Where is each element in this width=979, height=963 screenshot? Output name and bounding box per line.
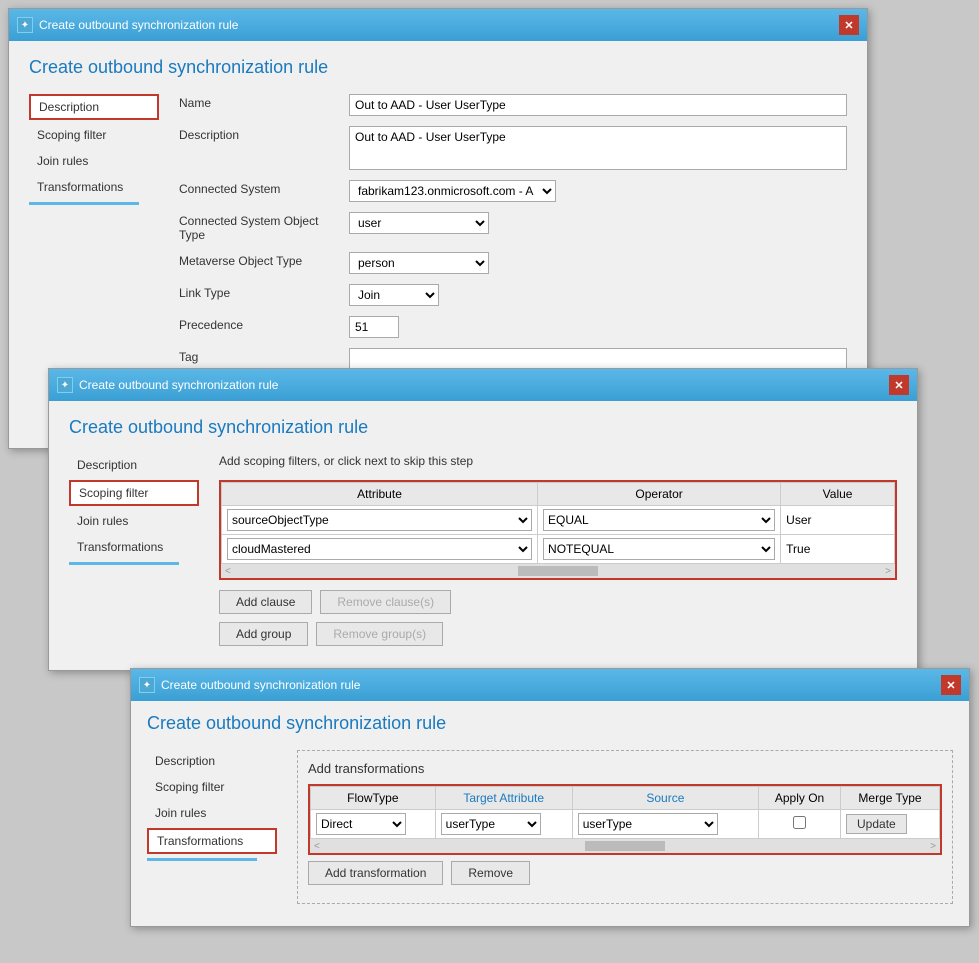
window2-title: Create outbound synchronization rule bbox=[79, 378, 278, 392]
window3-flowtype-select[interactable]: Direct bbox=[316, 813, 406, 835]
window3: ✦ Create outbound synchronization rule ✕… bbox=[130, 668, 970, 927]
window3-col-merge: Merge Type bbox=[841, 787, 940, 810]
window2-attr-select-1[interactable]: sourceObjectType bbox=[227, 509, 532, 531]
window2-group-buttons: Add group Remove group(s) bbox=[219, 622, 897, 646]
window3-title: Create outbound synchronization rule bbox=[161, 678, 360, 692]
window1-cs-object-type-select[interactable]: user bbox=[349, 212, 489, 234]
window3-transform-box: Add transformations FlowType Target Attr… bbox=[297, 750, 953, 904]
window2-filter-table-container: Attribute Operator Value sourceObjectTyp… bbox=[219, 480, 897, 580]
window1-mv-object-type-select[interactable]: person bbox=[349, 252, 489, 274]
window1-tag-row: Tag bbox=[179, 348, 847, 370]
window1-mv-object-type-row: Metaverse Object Type person bbox=[179, 252, 847, 274]
window3-col-source: Source bbox=[572, 787, 758, 810]
window1-icon: ✦ bbox=[17, 17, 33, 33]
window1-cs-object-type-row: Connected System Object Type user bbox=[179, 212, 847, 242]
window1-description-input[interactable]: Out to AAD - User UserType bbox=[349, 126, 847, 170]
window2-add-clause-button[interactable]: Add clause bbox=[219, 590, 312, 614]
window2-col-attribute: Attribute bbox=[222, 483, 538, 506]
window3-nav: Description Scoping filter Join rules Tr… bbox=[147, 750, 277, 914]
window1-nav-description[interactable]: Description bbox=[29, 94, 159, 120]
window3-action-buttons: Add transformation Remove bbox=[308, 861, 942, 885]
window2-form: Add scoping filters, or click next to sk… bbox=[219, 454, 897, 654]
window1-name-input[interactable] bbox=[349, 94, 847, 116]
window2-remove-clause-button[interactable]: Remove clause(s) bbox=[320, 590, 451, 614]
window2-col-value: Value bbox=[781, 483, 895, 506]
window1-connected-system-label: Connected System bbox=[179, 180, 339, 196]
window3-merge-type-button[interactable]: Update bbox=[846, 814, 907, 834]
window3-close-button[interactable]: ✕ bbox=[941, 675, 961, 695]
window1-precedence-row: Precedence bbox=[179, 316, 847, 338]
table-row: sourceObjectType EQUAL User bbox=[222, 506, 895, 535]
window1-link-type-select[interactable]: Join bbox=[349, 284, 439, 306]
window2-nav: Description Scoping filter Join rules Tr… bbox=[69, 454, 199, 654]
window1-mv-object-type-label: Metaverse Object Type bbox=[179, 252, 339, 268]
window1-precedence-label: Precedence bbox=[179, 316, 339, 332]
window1-link-type-row: Link Type Join bbox=[179, 284, 847, 306]
window1-name-label: Name bbox=[179, 94, 339, 110]
window3-source-select[interactable]: userType bbox=[578, 813, 718, 835]
window1-connected-system-select[interactable]: fabrikam123.onmicrosoft.com - A bbox=[349, 180, 556, 202]
window3-scrollbar[interactable]: < > bbox=[310, 839, 940, 853]
window3-target-select[interactable]: userType bbox=[441, 813, 541, 835]
window1-connected-system-row: Connected System fabrikam123.onmicrosoft… bbox=[179, 180, 847, 202]
window2-nav-scoping[interactable]: Scoping filter bbox=[69, 480, 199, 506]
window1-name-row: Name bbox=[179, 94, 847, 116]
window1-titlebar: ✦ Create outbound synchronization rule ✕ bbox=[9, 9, 867, 41]
window3-col-flowtype: FlowType bbox=[311, 787, 436, 810]
window3-nav-description[interactable]: Description bbox=[147, 750, 277, 772]
window2-value-2: True bbox=[781, 535, 895, 564]
window1-tag-input[interactable] bbox=[349, 348, 847, 370]
window2-col-operator: Operator bbox=[538, 483, 781, 506]
window3-form: Add transformations FlowType Target Attr… bbox=[297, 750, 953, 914]
window1-description-row: Description Out to AAD - User UserType bbox=[179, 126, 847, 170]
window3-titlebar: ✦ Create outbound synchronization rule ✕ bbox=[131, 669, 969, 701]
window2-add-group-button[interactable]: Add group bbox=[219, 622, 308, 646]
window3-remove-button[interactable]: Remove bbox=[451, 861, 530, 885]
window1-precedence-input[interactable] bbox=[349, 316, 399, 338]
window2-clause-buttons: Add clause Remove clause(s) bbox=[219, 590, 897, 614]
window2-titlebar: ✦ Create outbound synchronization rule ✕ bbox=[49, 369, 917, 401]
window3-apply-on-checkbox[interactable] bbox=[793, 816, 806, 829]
window2-attr-select-2[interactable]: cloudMastered bbox=[227, 538, 532, 560]
window3-nav-join[interactable]: Join rules bbox=[147, 802, 277, 824]
window3-transform-table-container: FlowType Target Attribute Source Apply O… bbox=[308, 784, 942, 855]
window3-col-apply: Apply On bbox=[759, 787, 841, 810]
window3-add-transformation-button[interactable]: Add transformation bbox=[308, 861, 443, 885]
window1-nav-transform[interactable]: Transformations bbox=[29, 176, 159, 198]
window1-title: Create outbound synchronization rule bbox=[39, 18, 238, 32]
window2-icon: ✦ bbox=[57, 377, 73, 393]
window1-link-type-label: Link Type bbox=[179, 284, 339, 300]
window2-scoping-text: Add scoping filters, or click next to sk… bbox=[219, 454, 897, 468]
window1-heading: Create outbound synchronization rule bbox=[29, 57, 847, 78]
window2-heading: Create outbound synchronization rule bbox=[69, 417, 897, 438]
window3-transform-table: FlowType Target Attribute Source Apply O… bbox=[310, 786, 940, 839]
window2-operator-select-1[interactable]: EQUAL bbox=[543, 509, 775, 531]
window2-operator-select-2[interactable]: NOTEQUAL bbox=[543, 538, 775, 560]
window2-nav-description[interactable]: Description bbox=[69, 454, 199, 476]
window2-close-button[interactable]: ✕ bbox=[889, 375, 909, 395]
window1-cs-object-type-label: Connected System Object Type bbox=[179, 212, 339, 242]
window1-tag-label: Tag bbox=[179, 348, 339, 364]
window3-col-target: Target Attribute bbox=[435, 787, 572, 810]
window3-icon: ✦ bbox=[139, 677, 155, 693]
window1-nav-join[interactable]: Join rules bbox=[29, 150, 159, 172]
window2-scrollbar[interactable]: < > bbox=[221, 564, 895, 578]
window2-nav-join[interactable]: Join rules bbox=[69, 510, 199, 532]
window3-nav-transform[interactable]: Transformations bbox=[147, 828, 277, 854]
window1-nav-scoping[interactable]: Scoping filter bbox=[29, 124, 159, 146]
window1-close-button[interactable]: ✕ bbox=[839, 15, 859, 35]
window2-remove-group-button[interactable]: Remove group(s) bbox=[316, 622, 443, 646]
window3-nav-scoping[interactable]: Scoping filter bbox=[147, 776, 277, 798]
window2-nav-transform[interactable]: Transformations bbox=[69, 536, 199, 558]
table-row: cloudMastered NOTEQUAL True bbox=[222, 535, 895, 564]
table-row: Direct userType bbox=[311, 810, 940, 839]
window3-heading: Create outbound synchronization rule bbox=[147, 713, 953, 734]
window3-section-label: Add transformations bbox=[308, 761, 942, 776]
window2-filter-table: Attribute Operator Value sourceObjectTyp… bbox=[221, 482, 895, 564]
window1-description-label: Description bbox=[179, 126, 339, 142]
window2-value-1: User bbox=[781, 506, 895, 535]
window2: ✦ Create outbound synchronization rule ✕… bbox=[48, 368, 918, 671]
